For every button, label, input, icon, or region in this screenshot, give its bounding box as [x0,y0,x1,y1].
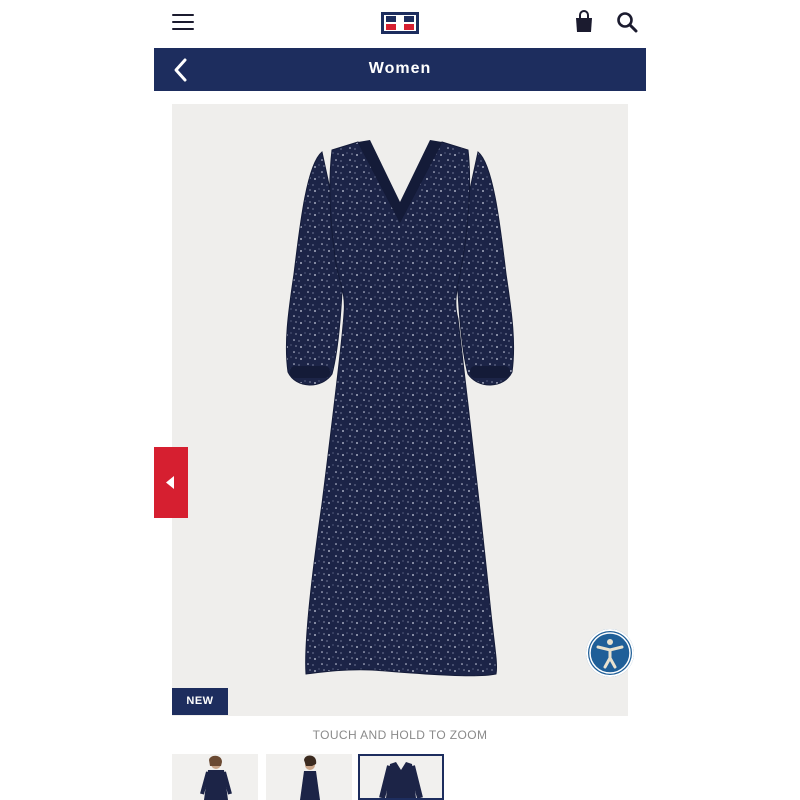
dress-image [285,140,515,677]
category-nav-bar: Women [154,48,646,91]
caret-left-icon [166,476,174,489]
brand-logo[interactable] [381,12,419,34]
page-title: Women [368,60,432,77]
search-icon[interactable] [616,10,638,34]
accessibility-person-icon [589,632,631,674]
thumbnail-model-front[interactable] [172,754,258,800]
model-side-image [300,755,320,800]
thumbnail-product-flat[interactable] [358,754,444,800]
accessibility-button[interactable] [586,629,634,677]
product-image[interactable] [172,104,628,716]
product-flat-image [379,762,423,798]
shopping-bag-icon[interactable] [574,10,594,34]
thumbnail-model-side[interactable] [266,754,352,800]
new-badge: NEW [172,688,228,715]
zoom-hint: TOUCH AND HOLD TO ZOOM [312,728,488,742]
top-bar [154,0,646,48]
thumbnail-strip [172,754,628,800]
hamburger-menu-icon[interactable] [172,14,194,32]
model-front-image [200,755,232,800]
previous-image-button[interactable] [154,447,188,518]
